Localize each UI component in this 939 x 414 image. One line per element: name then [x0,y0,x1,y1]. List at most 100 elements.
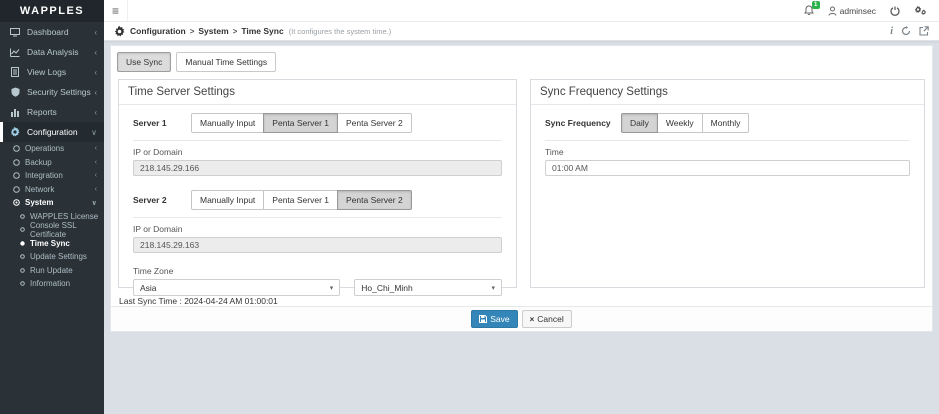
chevron-left-icon: ‹ [95,172,97,179]
close-icon: × [530,315,535,324]
frequency-weekly-button[interactable]: Weekly [657,113,703,133]
chevron-left-icon: ‹ [94,48,97,57]
frequency-daily-button[interactable]: Daily [621,113,658,133]
chevron-down-icon: ∨ [91,199,97,207]
sidebar-item-dashboard[interactable]: Dashboard ‹ [0,22,104,42]
timezone-region-select[interactable]: Asia ▾ [133,279,340,296]
sidebar-item-view-logs[interactable]: View Logs ‹ [0,62,104,82]
bar-chart-icon [9,108,21,117]
server1-penta-server-2-button[interactable]: Penta Server 2 [337,113,412,133]
server1-ip-label: IP or Domain [133,147,502,157]
cancel-button[interactable]: × Cancel [522,310,572,328]
action-bar: Save × Cancel [111,306,932,331]
sidebar-item-data-analysis[interactable]: Data Analysis ‹ [0,42,104,62]
dashboard-icon [9,28,21,37]
server2-manually-input-button[interactable]: Manually Input [191,190,264,210]
notification-badge: 1 [812,1,820,9]
chevron-left-icon: ‹ [94,28,97,37]
breadcrumb-separator: > [233,27,238,36]
refresh-icon[interactable] [901,26,911,36]
breadcrumb-time-sync[interactable]: Time Sync [241,26,283,36]
sidebar-item-run-update[interactable]: Run Update [0,264,104,278]
settings-button[interactable] [914,5,927,16]
chevron-left-icon: ‹ [94,108,97,117]
chevron-left-icon: ‹ [95,145,97,152]
circle-icon [12,159,21,166]
breadcrumb-configuration[interactable]: Configuration [130,26,186,36]
sidebar-item-operations[interactable]: Operations ‹ [0,142,104,156]
chevron-left-icon: ‹ [95,159,97,166]
chevron-left-icon: ‹ [94,68,97,77]
user-icon [828,6,837,16]
sidebar-item-backup[interactable]: Backup ‹ [0,156,104,170]
time-label: Time [545,147,910,157]
data-analysis-icon [9,48,21,57]
chevron-down-icon: ▾ [330,284,334,292]
server2-penta-server-1-button[interactable]: Penta Server 1 [263,190,338,210]
dot-icon [18,268,26,273]
chevron-down-icon: ∨ [91,128,97,137]
wapples-logo: WAPPLES [0,0,104,22]
sync-time-input[interactable] [545,160,910,176]
server1-label: Server 1 [133,118,191,128]
server1-manually-input-button[interactable]: Manually Input [191,113,264,133]
info-icon[interactable]: i [890,26,893,37]
tab-manual-time-settings[interactable]: Manual Time Settings [176,52,276,72]
server1-penta-server-1-button[interactable]: Penta Server 1 [263,113,338,133]
logout-button[interactable] [890,6,900,16]
sidebar-item-update-settings[interactable]: Update Settings [0,250,104,264]
sync-frequency-settings-panel: Sync Frequency Settings Sync Frequency D… [530,79,925,288]
sidebar-item-console-ssl-certificate[interactable]: Console SSL Certificate [0,223,104,237]
chevron-left-icon: ‹ [94,88,97,97]
timezone-label: Time Zone [133,266,502,276]
sidebar-item-reports[interactable]: Reports ‹ [0,102,104,122]
sidebar-item-network[interactable]: Network ‹ [0,183,104,197]
main-content: Use Sync Manual Time Settings Time Serve… [104,41,939,414]
circle-icon [12,145,21,152]
save-icon [479,315,487,323]
server1-ip-input[interactable] [133,160,502,176]
external-link-icon[interactable] [919,26,929,36]
circle-icon [12,172,21,179]
shield-icon [9,87,21,97]
chevron-left-icon: ‹ [95,186,97,193]
sidebar-item-security-settings[interactable]: Security Settings ‹ [0,82,104,102]
sidebar-item-information[interactable]: Information [0,277,104,291]
save-button[interactable]: Save [471,310,517,328]
gears-icon [914,5,927,16]
breadcrumb-separator: > [190,27,195,36]
time-server-settings-panel: Time Server Settings Server 1 Manually I… [118,79,517,288]
dot-icon [18,227,26,232]
server2-ip-input[interactable] [133,237,502,253]
top-bar: ≡ 1 adminsec [104,0,939,22]
page-description: (It configures the system time.) [289,27,392,36]
gear-icon [114,26,125,37]
tab-use-sync[interactable]: Use Sync [117,52,171,72]
notifications-button[interactable]: 1 [804,5,814,16]
timezone-city-select[interactable]: Ho_Chi_Minh ▾ [354,279,502,296]
dot-filled-icon [18,241,26,246]
server2-penta-server-2-button[interactable]: Penta Server 2 [337,190,412,210]
circle-dot-icon [12,199,21,206]
sidebar: WAPPLES Dashboard ‹ Data Analysis ‹ View… [0,0,104,414]
server2-source-group: Manually Input Penta Server 1 Penta Serv… [191,190,412,210]
circle-icon [12,186,21,193]
dot-icon [18,254,26,259]
user-menu[interactable]: adminsec [828,6,876,16]
sidebar-item-integration[interactable]: Integration ‹ [0,169,104,183]
sync-frequency-group: Daily Weekly Monthly [621,113,749,133]
server1-source-group: Manually Input Penta Server 1 Penta Serv… [191,113,412,133]
last-sync-time: Last Sync Time : 2024-04-24 AM 01:00:01 [119,296,932,306]
sidebar-item-system[interactable]: System ∨ [0,196,104,210]
view-logs-icon [9,67,21,77]
server2-ip-label: IP or Domain [133,224,502,234]
frequency-monthly-button[interactable]: Monthly [702,113,750,133]
breadcrumb-system[interactable]: System [198,26,228,36]
sidebar-item-configuration[interactable]: Configuration ∨ [0,122,104,142]
menu-toggle-icon[interactable]: ≡ [104,0,128,21]
gear-icon [9,127,21,137]
dot-icon [18,214,26,219]
sync-mode-tabs: Use Sync Manual Time Settings [111,46,932,79]
username: adminsec [840,6,876,16]
sync-frequency-label: Sync Frequency [545,118,621,128]
